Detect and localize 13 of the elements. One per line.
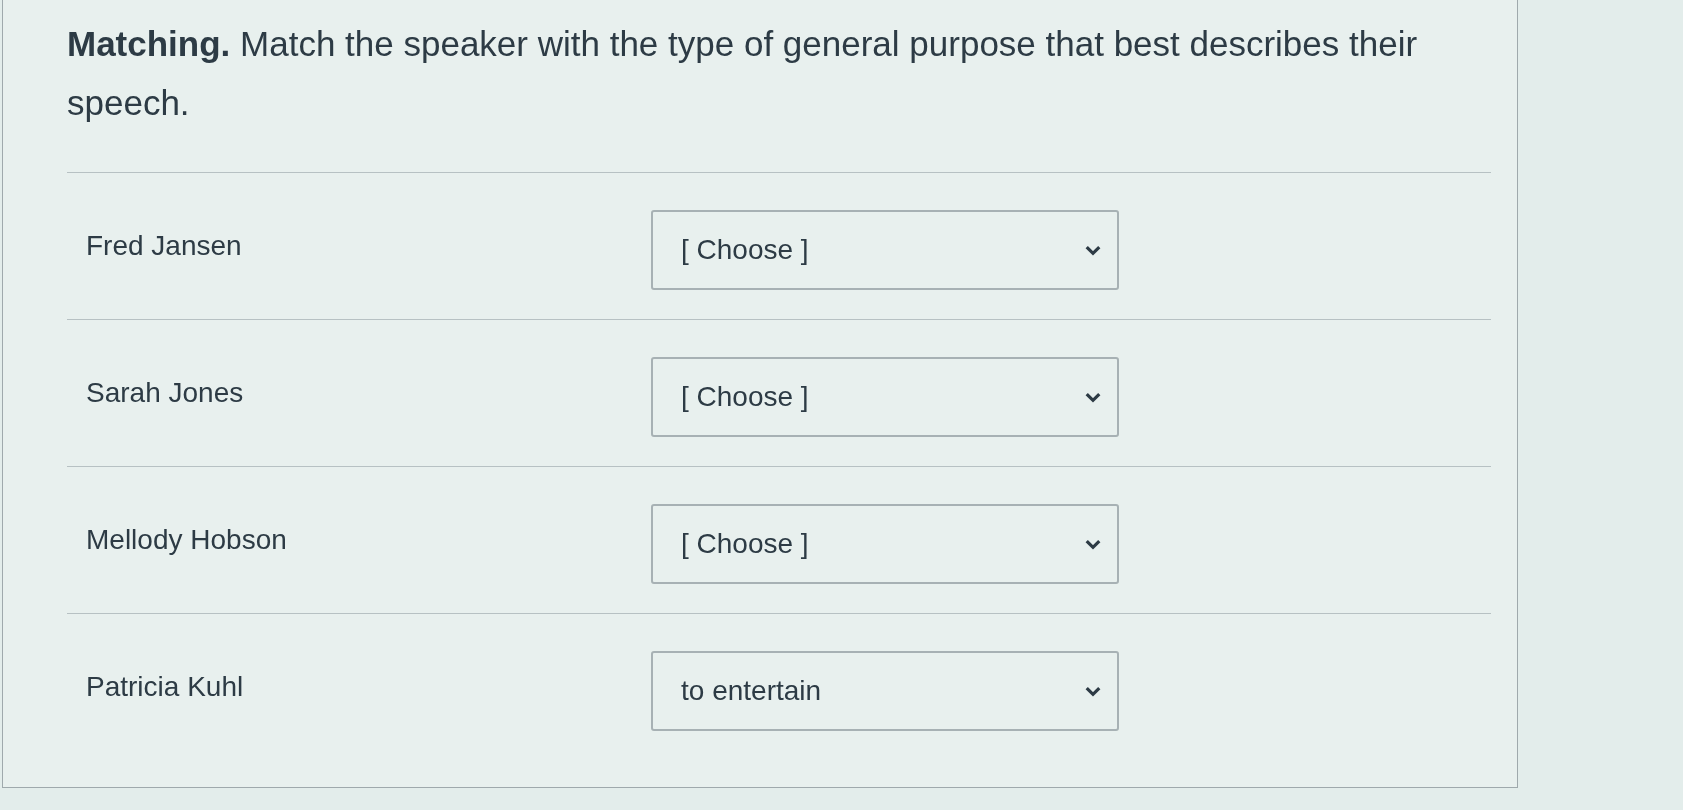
speaker-name: Sarah Jones [86, 377, 244, 409]
chevron-down-icon [1085, 391, 1101, 403]
speaker-name: Fred Jansen [86, 230, 242, 262]
answer-dropdown[interactable]: [ Choose ] [651, 504, 1119, 584]
question-text: Matching. Match the speaker with the type of general purpose that best describes their speech. [66, 23, 1419, 124]
answer-dropdown[interactable]: [ Choose ] [651, 210, 1119, 290]
speaker-name: Patricia Kuhl [86, 671, 244, 703]
chevron-down-icon [1085, 685, 1101, 697]
chevron-down-icon [1085, 244, 1101, 256]
speaker-name: Mellody Hobson [86, 524, 287, 556]
answer-dropdown[interactable]: [ Choose ] [651, 357, 1119, 437]
answer-dropdown[interactable]: to entertain [651, 651, 1119, 731]
chevron-down-icon [1085, 538, 1101, 550]
